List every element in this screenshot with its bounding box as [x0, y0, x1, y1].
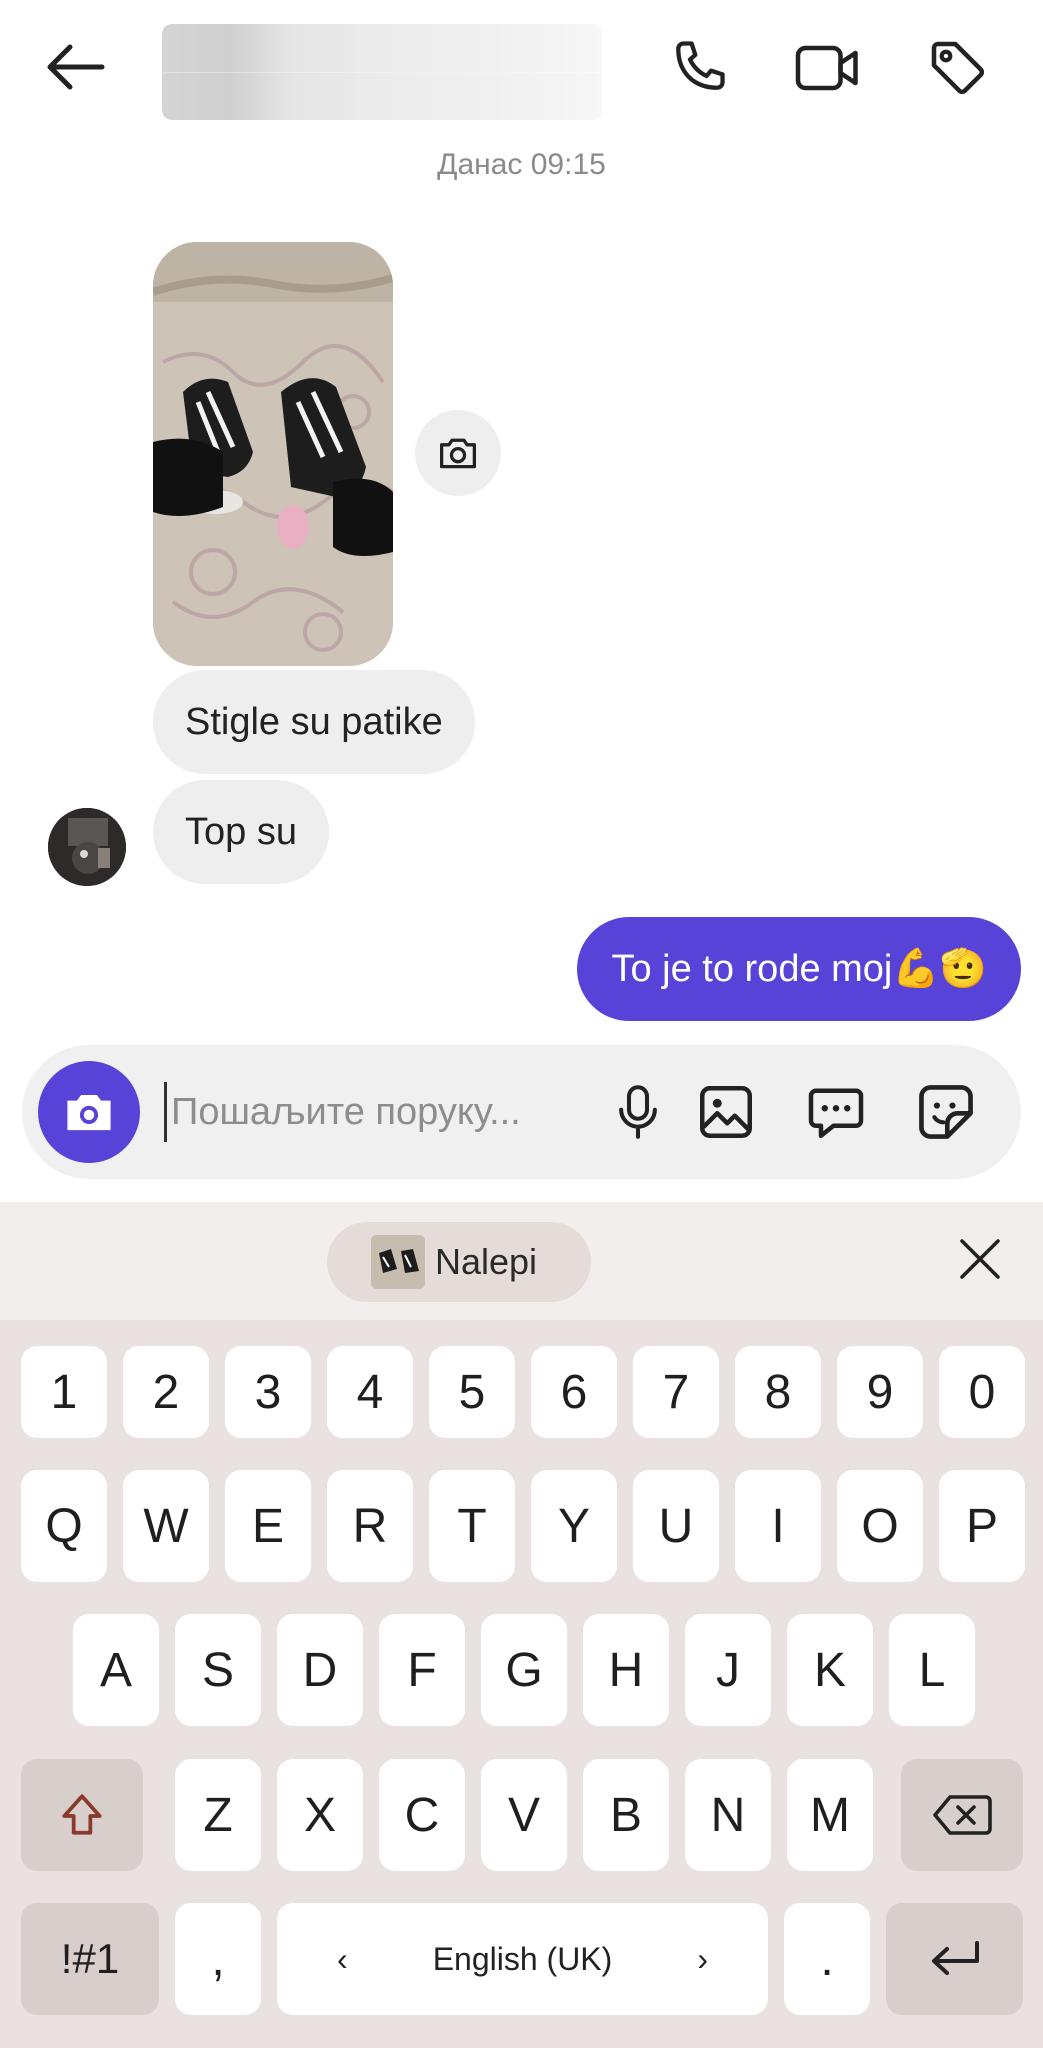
key-s[interactable]: S: [175, 1614, 261, 1726]
key-c[interactable]: C: [379, 1759, 465, 1871]
date-separator: Данас 09:15: [437, 148, 606, 181]
voice-call-button[interactable]: [662, 32, 734, 104]
backspace-icon: [933, 1795, 992, 1835]
key-8[interactable]: 8: [735, 1346, 821, 1438]
paste-label: Nalepi: [435, 1241, 538, 1282]
close-icon: [960, 1239, 1000, 1279]
key-m[interactable]: M: [787, 1759, 873, 1871]
period-key[interactable]: .: [784, 1903, 870, 2015]
chat-header: [0, 0, 1043, 140]
key-d[interactable]: D: [277, 1614, 363, 1726]
key-h[interactable]: H: [583, 1614, 669, 1726]
space-language-label: English (UK): [432, 1940, 613, 1977]
arrow-back-icon: [47, 44, 105, 90]
chat-dots-icon: [808, 1088, 864, 1138]
video-call-button[interactable]: [792, 32, 864, 104]
shift-key[interactable]: [21, 1759, 143, 1871]
view-photo-button[interactable]: [415, 410, 501, 496]
key-v[interactable]: V: [481, 1759, 567, 1871]
keyboard-toolbar: Nalepi: [0, 1202, 1043, 1320]
key-0[interactable]: 0: [939, 1346, 1025, 1438]
key-n[interactable]: N: [685, 1759, 771, 1871]
key-w[interactable]: W: [123, 1470, 209, 1582]
incoming-text-message[interactable]: Top su: [153, 780, 329, 884]
key-e[interactable]: E: [225, 1470, 311, 1582]
key-x[interactable]: X: [277, 1759, 363, 1871]
key-t[interactable]: T: [429, 1470, 515, 1582]
gallery-button[interactable]: [692, 1078, 760, 1146]
key-z[interactable]: Z: [175, 1759, 261, 1871]
key-1[interactable]: 1: [21, 1346, 107, 1438]
key-o[interactable]: O: [837, 1470, 923, 1582]
message-input[interactable]: [164, 1082, 584, 1142]
key-p[interactable]: P: [939, 1470, 1025, 1582]
incoming-photo-message[interactable]: [153, 242, 393, 666]
camera-icon: [67, 1094, 111, 1131]
enter-arrow-icon: [931, 1941, 979, 1975]
voice-message-button[interactable]: [604, 1078, 672, 1146]
gallery-icon: [700, 1086, 752, 1138]
key-q[interactable]: Q: [21, 1470, 107, 1582]
shift-arrow-icon: [62, 1794, 102, 1835]
tag-button[interactable]: [922, 32, 994, 104]
key-9[interactable]: 9: [837, 1346, 923, 1438]
key-g[interactable]: G: [481, 1614, 567, 1726]
clipboard-image-thumbnail: [371, 1235, 425, 1289]
key-u[interactable]: U: [633, 1470, 719, 1582]
message-composer: [22, 1045, 1021, 1179]
tag-icon: [931, 41, 985, 95]
paste-clipboard-button[interactable]: Nalepi: [327, 1222, 591, 1302]
key-7[interactable]: 7: [633, 1346, 719, 1438]
sneakers-photo: [153, 242, 393, 666]
sticker-icon: [919, 1085, 973, 1139]
symbols-key[interactable]: !#1: [21, 1903, 159, 2015]
key-j[interactable]: J: [685, 1614, 771, 1726]
backspace-key[interactable]: [901, 1759, 1023, 1871]
camera-icon: [440, 438, 476, 469]
back-button[interactable]: [40, 35, 110, 99]
key-i[interactable]: I: [735, 1470, 821, 1582]
key-2[interactable]: 2: [123, 1346, 209, 1438]
enter-key[interactable]: [886, 1903, 1023, 2015]
phone-icon: [676, 41, 725, 90]
key-b[interactable]: B: [583, 1759, 669, 1871]
language-prev-chevron: ‹: [337, 1940, 348, 1977]
key-4[interactable]: 4: [327, 1346, 413, 1438]
contact-name-blurred[interactable]: [162, 24, 602, 120]
key-y[interactable]: Y: [531, 1470, 617, 1582]
keyboard: Nalepi 1 2 3 4 5 6 7 8 9 0 Q W E R T Y U…: [0, 1202, 1043, 2048]
sticker-button[interactable]: [912, 1078, 980, 1146]
key-6[interactable]: 6: [531, 1346, 617, 1438]
camera-button[interactable]: [38, 1061, 140, 1163]
key-k[interactable]: K: [787, 1614, 873, 1726]
chat-extensions-button[interactable]: [802, 1078, 870, 1146]
key-r[interactable]: R: [327, 1470, 413, 1582]
microphone-icon: [619, 1085, 657, 1139]
language-next-chevron: ›: [697, 1940, 708, 1977]
key-a[interactable]: A: [73, 1614, 159, 1726]
key-f[interactable]: F: [379, 1614, 465, 1726]
outgoing-text-message[interactable]: To je to rode moj💪🫡: [577, 917, 1021, 1021]
video-camera-icon: [795, 45, 858, 91]
comma-key[interactable]: ,: [175, 1903, 261, 2015]
contact-avatar[interactable]: [48, 808, 126, 886]
space-key[interactable]: ‹ English (UK) ›: [277, 1903, 768, 2015]
key-3[interactable]: 3: [225, 1346, 311, 1438]
incoming-text-message[interactable]: Stigle su patike: [153, 670, 475, 774]
avatar-image: [48, 808, 126, 886]
key-l[interactable]: L: [889, 1614, 975, 1726]
key-5[interactable]: 5: [429, 1346, 515, 1438]
close-toolbar-button[interactable]: [950, 1224, 1010, 1294]
